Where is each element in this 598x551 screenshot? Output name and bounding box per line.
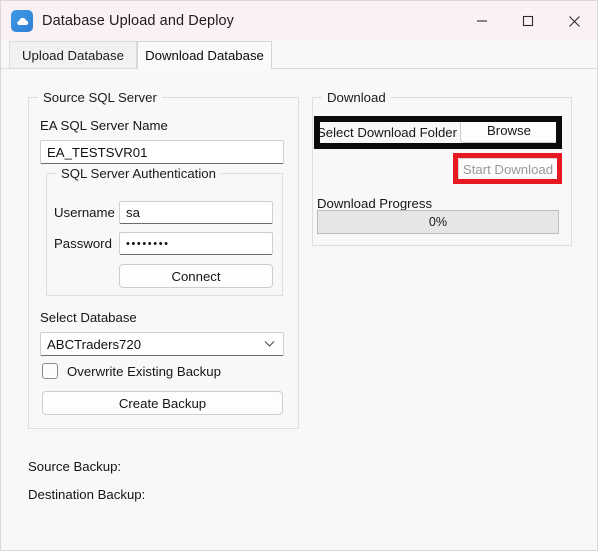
window-controls [459,1,597,41]
app-window: Database Upload and Deploy Upload Databa… [0,0,598,551]
tab-download-database[interactable]: Download Database [137,41,272,70]
username-input[interactable]: sa [119,201,273,224]
overwrite-existing-backup-checkbox[interactable]: Overwrite Existing Backup [42,363,221,379]
server-name-label: EA SQL Server Name [40,118,168,133]
select-database-value: ABCTraders720 [47,336,142,352]
select-database-label: Select Database [40,310,137,325]
select-download-folder-label: Select Download Folder [317,125,458,140]
minimize-icon[interactable] [459,1,505,41]
window-title: Database Upload and Deploy [42,13,235,29]
tab-content-download-database: Source SQL Server EA SQL Server Name EA_… [1,69,597,550]
username-label: Username [54,205,115,220]
tab-upload-database-label: Upload Database [22,48,124,63]
cloud-icon [11,10,33,32]
password-masked-value: •••••••• [126,237,170,250]
chevron-down-icon [264,341,275,348]
checkbox-box [42,363,58,379]
start-download-button[interactable]: Start Download [458,158,558,181]
select-database-dropdown[interactable]: ABCTraders720 [40,332,284,356]
tab-download-database-label: Download Database [145,48,264,63]
destination-backup-status: Destination Backup: [28,487,146,502]
close-icon[interactable] [551,1,597,41]
browse-button[interactable]: Browse [460,117,558,143]
password-label: Password [54,236,112,251]
download-progress-label: Download Progress [317,196,433,211]
tab-upload-database[interactable]: Upload Database [9,41,137,69]
download-progress-value: 0% [428,215,448,229]
password-input[interactable]: •••••••• [119,232,273,255]
title-bar: Database Upload and Deploy [1,1,597,41]
tab-strip: Upload Database Download Database [1,41,597,70]
connect-button[interactable]: Connect [119,264,273,288]
download-progress-bar: 0% [317,210,559,234]
create-backup-button[interactable]: Create Backup [42,391,283,415]
source-backup-status: Source Backup: [28,459,122,474]
maximize-icon[interactable] [505,1,551,41]
download-group-title: Download [322,90,391,105]
source-sql-server-group-title: Source SQL Server [38,90,162,105]
sql-server-authentication-group-title: SQL Server Authentication [56,166,221,181]
server-name-input[interactable]: EA_TESTSVR01 [40,140,284,164]
overwrite-existing-backup-label: Overwrite Existing Backup [67,363,221,379]
